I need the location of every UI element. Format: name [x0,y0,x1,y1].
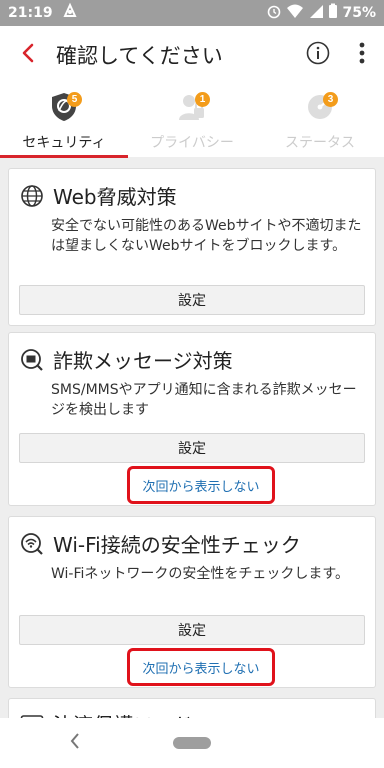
card-title: Web脅威対策 [53,185,177,209]
card-title: 詐欺メッセージ対策 [53,349,233,373]
payment-protection-card: 決済保護モード [8,698,376,718]
back-button[interactable] [0,26,56,84]
dont-show-again-link[interactable]: 次回から表示しない [127,466,275,504]
nav-back-button[interactable] [62,730,88,756]
globe-icon [19,183,45,209]
fraud-message-settings-button[interactable]: 設定 [19,433,365,463]
message-search-icon [19,347,45,373]
card-title: 決済保護モード [53,709,193,718]
card-description: 安全でない可能性のあるWebサイトや不適切または望ましくないWebサイトをブロッ… [51,218,362,254]
status-bar: 21:19 75% [0,0,384,26]
tab-bar: 5 セキュリティ 1 プライバシー 3 ステータス [0,84,384,158]
card-title: Wi-Fi接続の安全性チェック [53,533,301,557]
app-notification-icon [61,2,79,24]
app-bar: 確認してください [0,26,384,84]
info-icon [306,41,330,69]
more-vert-icon [359,42,365,68]
chevron-left-icon [21,43,35,67]
wifi-search-icon [19,531,45,557]
more-options-button[interactable] [340,33,384,77]
alarm-icon [266,3,282,23]
navigation-bar [0,718,384,768]
info-button[interactable] [296,33,340,77]
tab-status[interactable]: 3 ステータス [256,84,384,157]
tab-label: セキュリティ [22,135,106,151]
chevron-left-icon [69,732,81,754]
tab-label: プライバシー [150,135,234,151]
status-time: 21:19 [8,5,53,21]
wifi-icon [286,3,304,23]
web-threat-settings-button[interactable]: 設定 [19,285,365,315]
battery-icon [328,3,338,23]
tab-security[interactable]: 5 セキュリティ [0,84,128,158]
privacy-badge: 1 [195,92,210,107]
card-description: SMS/MMSやアプリ通知に含まれる詐欺メッセージを検出します [51,382,357,418]
card-description: Wi-Fiネットワークの安全性をチェックします。 [51,566,349,582]
tab-label: ステータス [285,135,355,151]
fraud-message-card: 詐欺メッセージ対策 SMS/MMSやアプリ通知に含まれる詐欺メッセージを検出しま… [8,332,376,506]
security-badge: 5 [67,92,82,107]
content-list[interactable]: Web脅威対策 安全でない可能性のあるWebサイトや不適切または望ましくないWe… [0,158,384,718]
wifi-check-settings-button[interactable]: 設定 [19,615,365,645]
wifi-check-card: Wi-Fi接続の安全性チェック Wi-Fiネットワークの安全性をチェックします。… [8,516,376,688]
status-badge: 3 [323,92,338,107]
credit-card-icon [19,711,45,718]
dont-show-again-link[interactable]: 次回から表示しない [127,648,275,686]
web-threat-card: Web脅威対策 安全でない可能性のあるWebサイトや不適切または望ましくないWe… [8,168,376,326]
signal-icon [308,3,324,23]
tab-privacy[interactable]: 1 プライバシー [128,84,256,157]
home-pill-button[interactable] [173,737,211,749]
page-title: 確認してください [56,44,223,68]
battery-percent: 75% [342,5,376,21]
